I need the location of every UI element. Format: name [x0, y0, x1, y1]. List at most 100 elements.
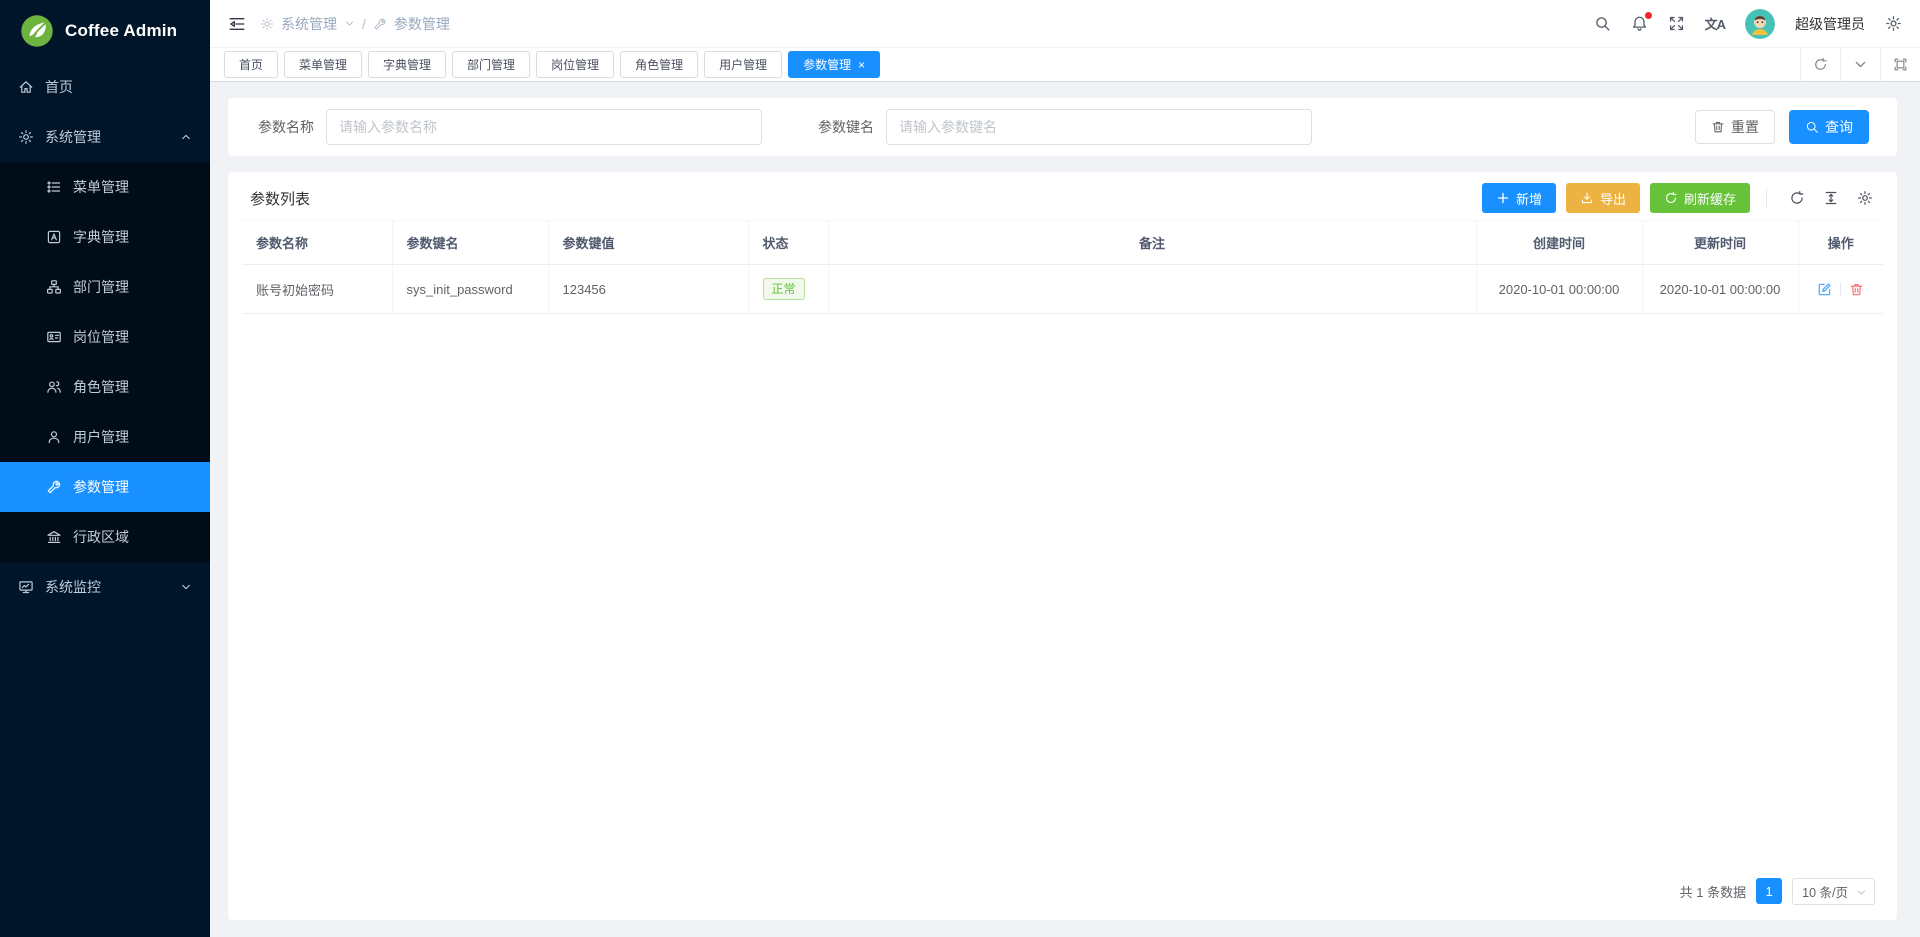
gear-icon	[1857, 190, 1873, 206]
cell-status: 正常	[748, 265, 828, 314]
col-param-name: 参数名称	[242, 221, 392, 265]
param-key-label: 参数键名	[818, 117, 874, 137]
tab-dept-mgmt[interactable]: 部门管理	[452, 51, 530, 78]
card-actions: 新增 导出 刷新缓存	[1482, 183, 1877, 213]
close-icon[interactable]: ×	[858, 59, 865, 71]
fullscreen-icon[interactable]	[1668, 15, 1685, 32]
avatar-image	[1745, 9, 1775, 39]
table-row[interactable]: 账号初始密码 sys_init_password 123456 正常 2020-…	[242, 265, 1883, 314]
edit-icon[interactable]	[1817, 282, 1832, 297]
sidebar-item-label: 岗位管理	[73, 327, 129, 347]
param-key-form-item: 参数键名	[818, 109, 1312, 145]
search-icon	[1805, 120, 1819, 134]
sidebar-item-label: 字典管理	[73, 227, 129, 247]
col-param-value: 参数键值	[548, 221, 748, 265]
settings-gear-icon[interactable]	[1885, 15, 1902, 32]
cell-param-key: sys_init_password	[392, 265, 548, 314]
sidebar-item-home[interactable]: 首页	[0, 62, 210, 112]
refresh-cache-button[interactable]: 刷新缓存	[1650, 183, 1750, 213]
people-icon	[46, 379, 62, 395]
sidebar-group-system[interactable]: 系统管理	[0, 112, 210, 162]
sidebar-item-post-mgmt[interactable]: 岗位管理	[0, 312, 210, 362]
param-key-input[interactable]	[886, 109, 1312, 145]
pagination: 共 1 条数据 1 10 条/页	[228, 862, 1897, 920]
sidebar-group-label: 系统管理	[45, 127, 101, 147]
sidebar-group-label: 系统监控	[45, 577, 101, 597]
language-icon[interactable]: 文A	[1705, 14, 1725, 33]
refresh-icon	[1789, 190, 1805, 206]
refresh-icon	[1664, 191, 1678, 205]
sidebar-item-label: 部门管理	[73, 277, 129, 297]
username[interactable]: 超级管理员	[1795, 14, 1865, 34]
divider	[1766, 189, 1767, 207]
chevron-down-icon	[180, 581, 192, 593]
sidebar-item-role-mgmt[interactable]: 角色管理	[0, 362, 210, 412]
leaf-logo-icon	[20, 14, 54, 48]
query-button[interactable]: 查询	[1789, 110, 1869, 144]
app-title: Coffee Admin	[65, 21, 177, 41]
reset-button[interactable]: 重置	[1695, 110, 1775, 144]
delete-icon[interactable]	[1849, 282, 1864, 297]
header-toolbar: 文A 超级管理员	[1594, 9, 1902, 39]
maximize-view-button[interactable]	[1880, 48, 1920, 81]
maximize-icon	[1893, 57, 1908, 72]
page-content: 参数名称 参数键名 重置 查询 参数列表	[210, 82, 1920, 937]
avatar[interactable]	[1745, 9, 1775, 39]
refresh-table-button[interactable]	[1785, 186, 1809, 210]
sidebar-item-param-mgmt[interactable]: 参数管理	[0, 462, 210, 512]
refresh-tabs-button[interactable]	[1800, 48, 1840, 81]
export-button[interactable]: 导出	[1566, 183, 1640, 213]
sidebar-group-monitor[interactable]: 系统监控	[0, 562, 210, 612]
search-icon[interactable]	[1594, 15, 1611, 32]
breadcrumb: 系统管理 / 参数管理	[260, 14, 450, 34]
notifications-button[interactable]	[1631, 15, 1648, 32]
tab-post-mgmt[interactable]: 岗位管理	[536, 51, 614, 78]
tab-role-mgmt[interactable]: 角色管理	[620, 51, 698, 78]
sidebar-item-region[interactable]: 行政区域	[0, 512, 210, 562]
sidebar-item-dept-mgmt[interactable]: 部门管理	[0, 262, 210, 312]
page-button-1[interactable]: 1	[1756, 878, 1782, 904]
add-button[interactable]: 新增	[1482, 183, 1556, 213]
column-settings-button[interactable]	[1853, 186, 1877, 210]
sidebar-item-user-mgmt[interactable]: 用户管理	[0, 412, 210, 462]
tab-home[interactable]: 首页	[224, 51, 278, 78]
table-header-row: 参数名称 参数键名 参数键值 状态 备注 创建时间 更新时间 操作	[242, 221, 1883, 265]
param-name-input[interactable]	[326, 109, 762, 145]
line-height-button[interactable]	[1819, 186, 1843, 210]
sidebar-item-label: 行政区域	[73, 527, 129, 547]
sidebar-item-label: 角色管理	[73, 377, 129, 397]
bank-icon	[46, 529, 62, 545]
line-height-icon	[1823, 190, 1839, 206]
tab-user-mgmt[interactable]: 用户管理	[704, 51, 782, 78]
col-remark: 备注	[828, 221, 1476, 265]
breadcrumb-separator: /	[362, 16, 366, 32]
cell-updated: 2020-10-01 00:00:00	[1642, 265, 1798, 314]
tabs-menu-button[interactable]	[1840, 48, 1880, 81]
tab-param-mgmt[interactable]: 参数管理 ×	[788, 51, 880, 78]
cell-param-value: 123456	[548, 265, 748, 314]
monitor-icon	[18, 579, 34, 595]
sidebar-item-label: 菜单管理	[73, 177, 129, 197]
chevron-down-icon	[344, 18, 355, 29]
tab-dict-mgmt[interactable]: 字典管理	[368, 51, 446, 78]
sidebar-item-dict-mgmt[interactable]: 字典管理	[0, 212, 210, 262]
search-form-card: 参数名称 参数键名 重置 查询	[228, 98, 1897, 156]
tab-menu-mgmt[interactable]: 菜单管理	[284, 51, 362, 78]
sidebar-item-label: 参数管理	[73, 477, 129, 497]
breadcrumb-group[interactable]: 系统管理	[281, 14, 337, 34]
home-icon	[18, 79, 34, 95]
org-chart-icon	[46, 279, 62, 295]
refresh-icon	[1813, 57, 1828, 72]
id-badge-icon	[46, 329, 62, 345]
sidebar-collapse-icon[interactable]	[228, 15, 246, 33]
page-size-select[interactable]: 10 条/页	[1792, 878, 1875, 905]
app-logo[interactable]: Coffee Admin	[0, 0, 210, 62]
sidebar-item-menu-mgmt[interactable]: 菜单管理	[0, 162, 210, 212]
param-table: 参数名称 参数键名 参数键值 状态 备注 创建时间 更新时间 操作 账号初始密码	[242, 220, 1883, 314]
tab-tools	[1800, 48, 1920, 81]
notification-dot	[1645, 12, 1652, 19]
sidebar-item-label: 首页	[45, 77, 73, 97]
user-icon	[46, 429, 62, 445]
col-param-key: 参数键名	[392, 221, 548, 265]
pagination-total: 共 1 条数据	[1680, 882, 1746, 901]
